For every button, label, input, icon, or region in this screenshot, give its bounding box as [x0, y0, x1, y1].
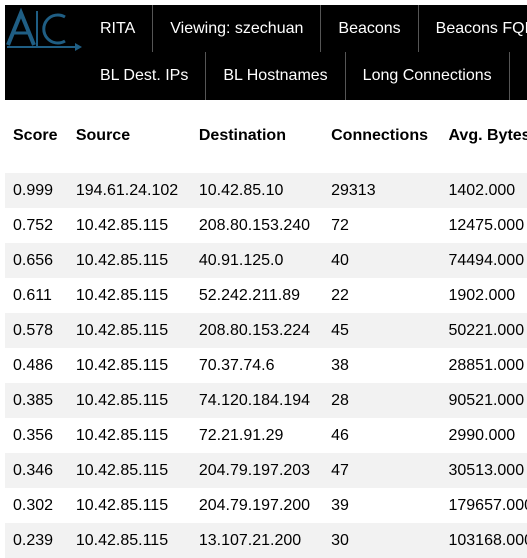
destination-cell: 74.120.184.194: [190, 383, 324, 418]
avg-bytes-cell: 2990.000: [440, 418, 527, 453]
table-row[interactable]: 0.999 194.61.24.102 10.42.85.10 29313 1402.0…: [5, 173, 527, 208]
score-cell: 0.656: [5, 243, 68, 278]
score-cell: 0.385: [5, 383, 68, 418]
avg-bytes-cell: 1402.000: [440, 173, 527, 208]
score-cell: 0.356: [5, 418, 68, 453]
table-row[interactable]: 0.356 10.42.85.115 72.21.91.29 46 2990.000: [5, 418, 527, 453]
connections-cell: 46: [323, 418, 441, 453]
source-cell: 10.42.85.115: [67, 208, 191, 243]
table-row[interactable]: 0.239 10.42.85.115 13.107.21.200 30 103168.0…: [5, 523, 527, 558]
connections-cell: 72: [323, 208, 441, 243]
nav-item-beacons[interactable]: Beacons: [321, 5, 419, 52]
score-cell: 0.346: [5, 453, 68, 488]
destination-cell: 10.42.85.10: [190, 173, 324, 208]
connections-cell: 47: [323, 453, 441, 488]
source-cell: 10.42.85.115: [67, 453, 191, 488]
destination-cell: 208.80.153.240: [190, 208, 324, 243]
column-header-score[interactable]: Score: [5, 115, 68, 157]
connections-cell: 29313: [323, 173, 441, 208]
connections-cell: 39: [323, 488, 441, 523]
avg-bytes-cell: 12475.000: [440, 208, 527, 243]
table-row[interactable]: 0.302 10.42.85.115 204.79.197.200 39 179657.…: [5, 488, 527, 523]
score-cell: 0.611: [5, 278, 68, 313]
avg-bytes-cell: 28851.000: [440, 348, 527, 383]
column-header-avg-bytes[interactable]: Avg. Bytes: [440, 115, 527, 157]
score-cell: 0.486: [5, 348, 68, 383]
avg-bytes-cell: 30513.000: [440, 453, 527, 488]
table-row[interactable]: 0.611 10.42.85.115 52.242.211.89 22 1902.000: [5, 278, 527, 313]
table-row[interactable]: 0.385 10.42.85.115 74.120.184.194 28 90521.0…: [5, 383, 527, 418]
table-row[interactable]: 0.486 10.42.85.115 70.37.74.6 38 28851.000: [5, 348, 527, 383]
destination-cell: 40.91.125.0: [190, 243, 324, 278]
score-cell: 0.239: [5, 523, 68, 558]
destination-cell: 208.80.153.224: [190, 313, 324, 348]
source-cell: 10.42.85.115: [67, 278, 191, 313]
source-cell: 10.42.85.115: [67, 348, 191, 383]
score-cell: 0.578: [5, 313, 68, 348]
column-header-source[interactable]: Source: [68, 115, 191, 157]
avg-bytes-cell: 90521.000: [440, 383, 527, 418]
connections-cell: 28: [323, 383, 441, 418]
nav-item-bl-dest-ips[interactable]: BL Dest. IPs: [83, 52, 207, 100]
destination-cell: 52.242.211.89: [190, 278, 324, 313]
destination-cell: 72.21.91.29: [190, 418, 324, 453]
connections-cell: 30: [323, 523, 441, 558]
table-row[interactable]: 0.752 10.42.85.115 208.80.153.240 72 12475.0…: [5, 208, 527, 243]
source-cell: 10.42.85.115: [67, 488, 191, 523]
connections-cell: 45: [323, 313, 441, 348]
score-cell: 0.752: [5, 208, 68, 243]
source-cell: 10.42.85.115: [67, 383, 191, 418]
nav-item-viewing[interactable]: Viewing: szechuan: [153, 5, 322, 52]
destination-cell: 204.79.197.200: [190, 488, 324, 523]
nav-item-long-connections[interactable]: Long Connections: [346, 52, 510, 100]
table-header-row: Score Source Destination Connections Avg…: [5, 115, 527, 157]
avg-bytes-cell: 74494.000: [440, 243, 527, 278]
nav-item-bl-hostnames[interactable]: BL Hostnames: [206, 52, 346, 100]
connections-cell: 38: [323, 348, 441, 383]
nav-row-secondary: BL Dest. IPs BL Hostnames Long Connectio…: [83, 52, 527, 100]
destination-cell: 13.107.21.200: [190, 523, 324, 558]
destination-cell: 70.37.74.6: [190, 348, 324, 383]
avg-bytes-cell: 1902.000: [440, 278, 527, 313]
table-row[interactable]: 0.346 10.42.85.115 204.79.197.203 47 30513.0…: [5, 453, 527, 488]
connections-cell: 22: [323, 278, 441, 313]
score-cell: 0.999: [5, 173, 68, 208]
nav-item-beacons-fqdn[interactable]: Beacons FQDN: [419, 5, 527, 52]
avg-bytes-cell: 103168.000: [440, 523, 527, 558]
source-cell: 10.42.85.115: [67, 418, 191, 453]
source-cell: 194.61.24.102: [67, 173, 191, 208]
score-cell: 0.302: [5, 488, 68, 523]
source-cell: 10.42.85.115: [67, 313, 191, 348]
table-spacer: [5, 157, 527, 173]
destination-cell: 204.79.197.203: [190, 453, 324, 488]
source-cell: 10.42.85.115: [67, 523, 191, 558]
source-cell: 10.42.85.115: [67, 243, 191, 278]
nav-item-user-agents[interactable]: User Agents: [510, 52, 527, 100]
column-header-destination[interactable]: Destination: [191, 115, 323, 157]
connections-cell: 40: [323, 243, 441, 278]
table-row[interactable]: 0.656 10.42.85.115 40.91.125.0 40 74494.000: [5, 243, 527, 278]
column-header-connections[interactable]: Connections: [323, 115, 440, 157]
avg-bytes-cell: 50221.000: [440, 313, 527, 348]
table-row[interactable]: 0.578 10.42.85.115 208.80.153.224 45 50221.0…: [5, 313, 527, 348]
rita-logo-icon[interactable]: [5, 5, 85, 55]
beacons-table: Score Source Destination Connections Avg…: [5, 115, 527, 558]
nav-item-rita[interactable]: RITA: [83, 5, 154, 52]
avg-bytes-cell: 179657.000: [440, 488, 527, 523]
top-navigation: RITA Viewing: szechuan Beacons Beacons F…: [5, 5, 527, 100]
nav-row-primary: RITA Viewing: szechuan Beacons Beacons F…: [83, 5, 527, 52]
